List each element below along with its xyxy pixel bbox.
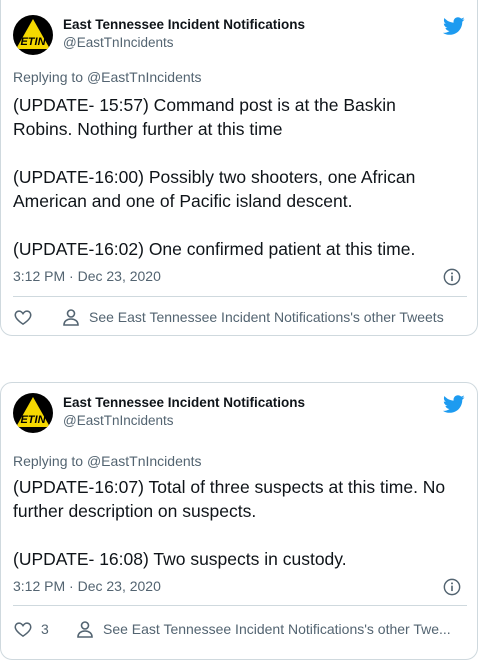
replying-to: Replying to @EastTnIncidents bbox=[13, 69, 202, 85]
avatar[interactable]: ETIN bbox=[13, 15, 53, 55]
tweet-header: ETIN East Tennessee Incident Notificatio… bbox=[13, 15, 467, 55]
tweet-paragraph: (UPDATE-16:00) Possibly two shooters, on… bbox=[13, 167, 416, 211]
avatar-text: ETIN bbox=[20, 36, 46, 48]
info-icon[interactable] bbox=[443, 578, 461, 596]
tweet-paragraph: (UPDATE- 16:08) Two suspects in custody. bbox=[13, 549, 347, 569]
tweet-actions: See East Tennessee Incident Notification… bbox=[13, 305, 467, 329]
avatar[interactable]: ETIN bbox=[13, 393, 53, 433]
see-other-tweets-link[interactable]: See East Tennessee Incident Notification… bbox=[103, 621, 451, 637]
tweet-timestamp[interactable]: 3:12 PM · Dec 23, 2020 bbox=[13, 268, 161, 284]
account-handle[interactable]: @EastTnIncidents bbox=[63, 35, 174, 50]
account-handle[interactable]: @EastTnIncidents bbox=[63, 413, 174, 428]
like-count[interactable]: 3 bbox=[41, 621, 49, 637]
twitter-bird-icon[interactable] bbox=[443, 15, 465, 37]
person-icon[interactable] bbox=[61, 307, 81, 327]
tweet-text: (UPDATE-16:07) Total of three suspects a… bbox=[13, 475, 453, 571]
twitter-bird-icon[interactable] bbox=[443, 393, 465, 415]
info-icon[interactable] bbox=[443, 268, 461, 286]
tweet-text: (UPDATE- 15:57) Command post is at the B… bbox=[13, 93, 453, 261]
divider bbox=[13, 296, 467, 297]
replying-to: Replying to @EastTnIncidents bbox=[13, 453, 202, 469]
heart-icon[interactable] bbox=[13, 619, 33, 639]
replying-to-handle[interactable]: @EastTnIncidents bbox=[87, 453, 202, 469]
tweet-paragraph: (UPDATE- 15:57) Command post is at the B… bbox=[13, 95, 396, 139]
replying-prefix: Replying to bbox=[13, 69, 84, 85]
heart-icon[interactable] bbox=[13, 307, 33, 327]
tweet-actions: 3 See East Tennessee Incident Notificati… bbox=[13, 617, 467, 641]
person-icon[interactable] bbox=[75, 619, 95, 639]
see-other-tweets-link[interactable]: See East Tennessee Incident Notification… bbox=[89, 309, 444, 325]
tweet-paragraph: (UPDATE-16:07) Total of three suspects a… bbox=[13, 477, 446, 521]
account-name[interactable]: East Tennessee Incident Notifications bbox=[63, 17, 305, 32]
avatar-text: ETIN bbox=[20, 414, 46, 426]
tweet-card[interactable]: ETIN East Tennessee Incident Notificatio… bbox=[0, 382, 478, 660]
tweet-paragraph: (UPDATE-16:02) One confirmed patient at … bbox=[13, 239, 416, 259]
tweet-card[interactable]: ETIN East Tennessee Incident Notificatio… bbox=[0, 0, 478, 336]
replying-prefix: Replying to bbox=[13, 453, 84, 469]
tweet-timestamp[interactable]: 3:12 PM · Dec 23, 2020 bbox=[13, 578, 161, 594]
divider bbox=[13, 605, 467, 606]
replying-to-handle[interactable]: @EastTnIncidents bbox=[87, 69, 202, 85]
tweet-header: ETIN East Tennessee Incident Notificatio… bbox=[13, 393, 467, 433]
account-name[interactable]: East Tennessee Incident Notifications bbox=[63, 395, 305, 410]
